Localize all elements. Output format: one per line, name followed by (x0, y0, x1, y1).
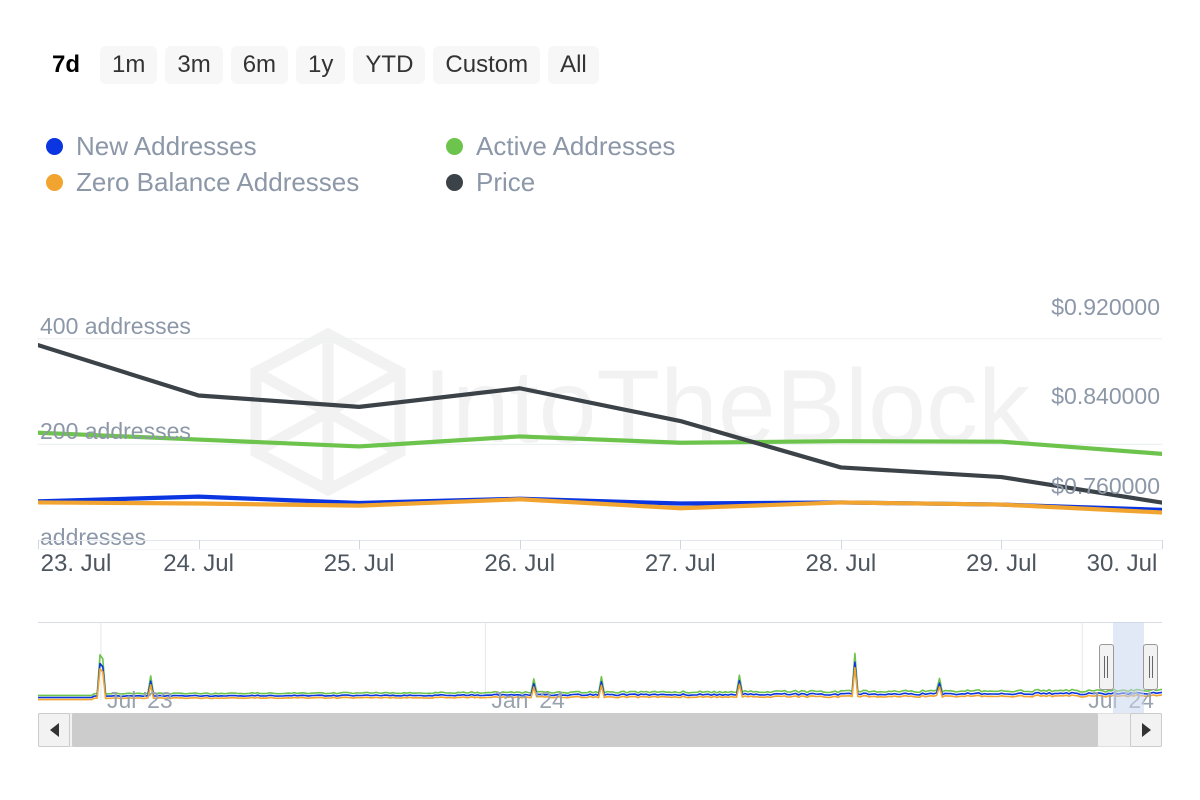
x-axis-label: 30. Jul (1086, 550, 1158, 577)
x-axis-tick (359, 540, 361, 549)
x-axis-label: 23. Jul (40, 550, 112, 577)
chart-legend: New Addresses Active Addresses Zero Balanc… (46, 128, 806, 200)
arrow-right-icon (1141, 723, 1151, 737)
x-axis-label: 27. Jul (644, 550, 716, 577)
x-axis-label: 29. Jul (966, 550, 1037, 577)
scroll-left-button[interactable] (38, 713, 70, 747)
arrow-left-icon (49, 723, 59, 737)
navigator-x-label: Jan '24 (491, 687, 565, 713)
scrollbar-thumb[interactable] (72, 713, 1099, 747)
x-axis: 23. Jul 24. Jul 25. Jul 26. Jul 27. Jul 28. J… (38, 540, 1163, 590)
range-button-1y[interactable]: 1y (296, 46, 346, 84)
x-axis-label: 24. Jul (163, 550, 234, 577)
range-button-1m[interactable]: 1m (100, 46, 158, 84)
x-axis-tick (680, 540, 682, 549)
plot-lines (38, 270, 1162, 550)
x-axis-label: 25. Jul (323, 550, 395, 577)
legend-label: Zero Balance Addresses (76, 167, 360, 197)
navigator-scrollbar[interactable] (38, 713, 1162, 747)
range-button-6m[interactable]: 6m (230, 46, 289, 84)
y-axis-right-label: $0.760000 (1051, 472, 1160, 499)
navigator-handle-left[interactable] (1098, 644, 1114, 690)
x-axis-line (38, 540, 1162, 541)
y-axis-left-label: 400 addresses (40, 312, 191, 339)
x-axis-label: 26. Jul (484, 550, 556, 577)
legend-dot-icon (446, 137, 463, 155)
navigator-series (38, 622, 1162, 722)
navigator-handle-right[interactable] (1143, 644, 1159, 690)
navigator-selection-range[interactable] (1112, 622, 1144, 722)
legend-dot-icon (46, 173, 63, 191)
y-axis-right-label: $0.920000 (1051, 294, 1160, 321)
range-button-3m[interactable]: 3m (165, 46, 223, 84)
grip-handle-icon (1104, 656, 1106, 678)
legend-label: Price (476, 167, 536, 197)
x-axis-tick (38, 540, 39, 549)
legend-item-price[interactable]: Price (446, 164, 806, 200)
legend-item-new-addresses[interactable]: New Addresses (46, 128, 446, 164)
range-button-ytd[interactable]: YTD (353, 46, 426, 84)
legend-label: New Addresses (76, 131, 257, 161)
range-button-custom[interactable]: Custom (433, 46, 541, 84)
range-button-all[interactable]: All (548, 46, 599, 84)
grip-handle-icon (1107, 656, 1109, 678)
series-line-active-addresses (38, 433, 1162, 454)
x-axis-tick (840, 540, 842, 549)
legend-dot-icon (46, 137, 63, 155)
legend-item-zero-balance-addresses[interactable]: Zero Balance Addresses (46, 164, 446, 200)
range-button-7d[interactable]: 7d (40, 46, 92, 84)
x-axis-tick (198, 540, 200, 549)
navigator[interactable]: Jul '23Jan '24Jul '24 (38, 622, 1162, 722)
x-axis-tick (1001, 540, 1003, 549)
chart-page: 7d 1m 3m 6m 1y YTD Custom All New Addresses Acti… (0, 0, 1200, 800)
y-axis-right-label: $0.840000 (1051, 383, 1160, 410)
y-axis-left-label: 200 addresses (40, 418, 191, 445)
legend-item-active-addresses[interactable]: Active Addresses (446, 128, 806, 164)
x-axis-label: 28. Jul (805, 550, 877, 577)
legend-label: Active Addresses (476, 131, 676, 161)
range-selector: 7d 1m 3m 6m 1y YTD Custom All (40, 44, 599, 86)
scroll-right-button[interactable] (1130, 713, 1162, 747)
x-axis-tick (519, 540, 521, 549)
x-axis-tick (1162, 540, 1163, 549)
series-line-price (38, 345, 1162, 503)
main-plot: IntoTheBlock (38, 270, 1162, 550)
navigator-x-label: Jul '23 (106, 687, 173, 713)
legend-dot-icon (446, 173, 463, 191)
grip-handle-icon (1151, 656, 1153, 678)
grip-handle-icon (1148, 656, 1150, 678)
